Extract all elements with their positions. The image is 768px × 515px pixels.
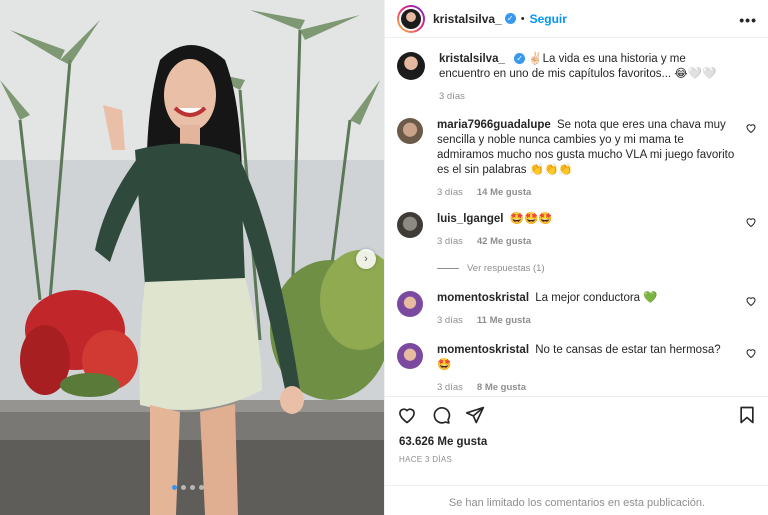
comment-time[interactable]: 3 días [437, 187, 463, 198]
post-header: kristalsilva_ ✓ • Seguir ••• [385, 0, 768, 38]
photo-illustration [0, 0, 384, 515]
instagram-post-modal: › kristalsilva_ ✓ • Seguir ••• kristalsi… [0, 0, 768, 515]
comment-text: La mejor conductora 💚 [535, 292, 658, 304]
like-comment-heart-icon[interactable] [745, 295, 757, 307]
comment-likes[interactable]: 42 Me gusta [477, 236, 531, 247]
verified-badge-icon: ✓ [504, 13, 516, 24]
post-caption: kristalsilva_ ✓ ✌🏻La vida es una histori… [397, 52, 757, 102]
like-comment-heart-icon[interactable] [745, 122, 757, 134]
chevron-right-icon: › [364, 253, 368, 265]
commenter-avatar[interactable] [397, 212, 423, 238]
like-comment-heart-icon[interactable] [745, 216, 757, 228]
caption-username[interactable]: kristalsilva_ [439, 53, 505, 65]
action-buttons [397, 405, 485, 425]
comments-list[interactable]: kristalsilva_ ✓ ✌🏻La vida es una histori… [385, 38, 768, 395]
verified-badge-icon: ✓ [514, 53, 526, 65]
commenter-username[interactable]: momentoskristal [437, 344, 529, 356]
comment-bubble-icon[interactable] [431, 405, 451, 425]
carousel-dot [190, 485, 195, 490]
carousel-dot [199, 485, 204, 490]
carousel-next-button[interactable]: › [356, 249, 376, 269]
comment-likes[interactable]: 11 Me gusta [477, 315, 531, 326]
commenter-username[interactable]: luis_lgangel [437, 213, 503, 225]
follow-button[interactable]: Seguir [530, 12, 567, 26]
comment-text: 🤩🤩🤩 [509, 213, 553, 225]
commenter-avatar[interactable] [397, 343, 423, 369]
comments-limited-notice: Se han limitado los comentarios en esta … [385, 485, 768, 511]
post-time[interactable]: HACE 3 DÍAS [399, 455, 452, 464]
comment-item: momentoskristal No te cansas de estar ta… [397, 343, 757, 393]
post-actions: 63.626 Me gusta HACE 3 DÍAS Se han limit… [385, 396, 768, 509]
comment-item: maria7966guadalupe Se nota que eres una … [397, 118, 757, 198]
commenter-avatar[interactable] [397, 118, 423, 144]
save-bookmark-icon[interactable] [737, 405, 757, 425]
separator-dot: • [520, 12, 525, 25]
commenter-username[interactable]: maria7966guadalupe [437, 119, 551, 131]
post-details-panel: kristalsilva_ ✓ • Seguir ••• kristalsilv… [384, 0, 768, 515]
author-username[interactable]: kristalsilva_ [433, 12, 502, 26]
commenter-avatar[interactable] [397, 291, 423, 317]
carousel-dots [172, 485, 204, 490]
view-replies-button[interactable]: Ver respuestas (1) [437, 263, 545, 274]
caption-avatar[interactable] [397, 52, 425, 80]
comment-likes[interactable]: 14 Me gusta [477, 187, 531, 198]
carousel-dot [172, 485, 177, 490]
comment-item: momentoskristal La mejor conductora 💚 3 … [397, 291, 757, 326]
comment-time[interactable]: 3 días [437, 236, 463, 247]
author-avatar[interactable] [397, 4, 425, 33]
carousel-dot [181, 485, 186, 490]
post-photo[interactable]: › [0, 0, 384, 515]
comment-likes[interactable]: 8 Me gusta [477, 382, 526, 393]
comment-time[interactable]: 3 días [437, 382, 463, 393]
like-heart-icon[interactable] [397, 405, 417, 425]
caption-time[interactable]: 3 días [439, 91, 465, 102]
likes-count[interactable]: 63.626 Me gusta [399, 436, 487, 448]
more-options-icon[interactable]: ••• [739, 12, 757, 28]
comment-time[interactable]: 3 días [437, 315, 463, 326]
like-comment-heart-icon[interactable] [745, 347, 757, 359]
view-replies-label: Ver respuestas (1) [467, 263, 545, 274]
replies-line [437, 268, 459, 269]
comment-item: luis_lgangel 🤩🤩🤩 3 días 42 Me gusta [397, 212, 757, 247]
commenter-username[interactable]: momentoskristal [437, 292, 529, 304]
share-paper-plane-icon[interactable] [465, 405, 485, 425]
